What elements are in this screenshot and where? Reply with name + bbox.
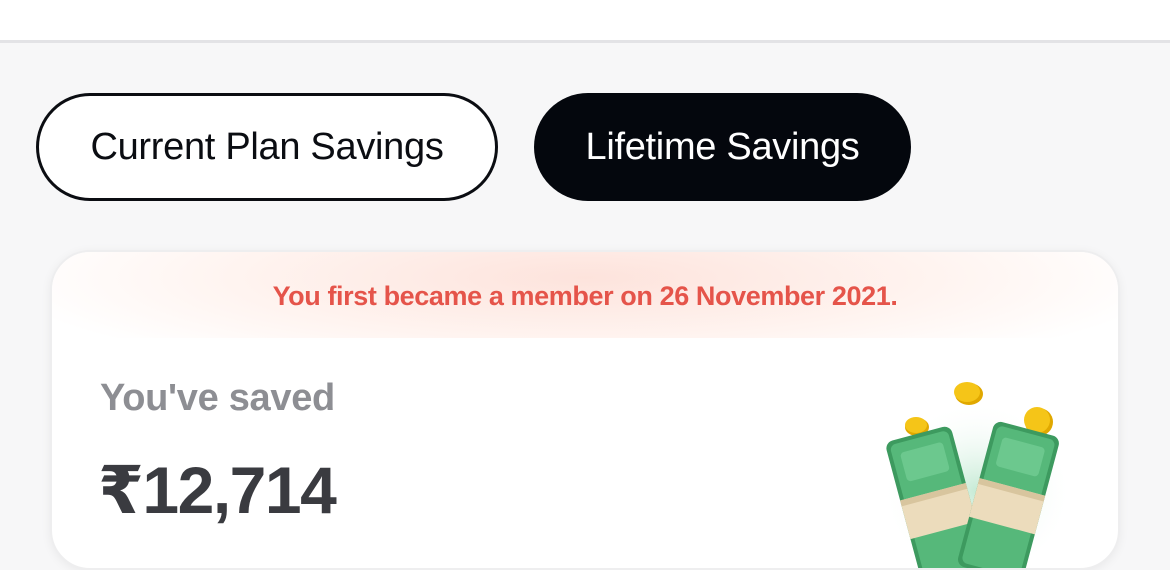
money-stacks-with-coins-icon (882, 382, 1072, 568)
tab-current-plan-savings-label: Current Plan Savings (90, 125, 444, 168)
saved-label: You've saved (100, 377, 335, 419)
top-app-bar (0, 0, 1170, 43)
tab-lifetime-savings-label: Lifetime Savings (585, 125, 860, 168)
tab-current-plan-savings[interactable]: Current Plan Savings (36, 93, 498, 201)
savings-card: You first became a member on 26 November… (50, 250, 1120, 570)
saved-amount: ₹12,714 (98, 453, 337, 527)
member-since-banner: You first became a member on 26 November… (52, 252, 1118, 338)
tab-lifetime-savings[interactable]: Lifetime Savings (534, 93, 911, 201)
